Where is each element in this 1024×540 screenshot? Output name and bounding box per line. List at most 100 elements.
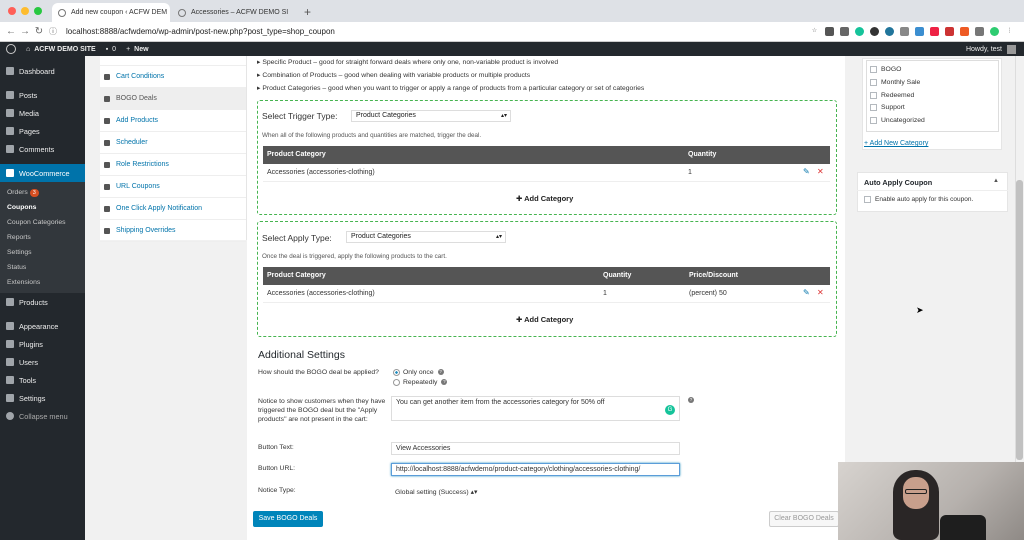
address-bar[interactable]: localhost:8888/acfwdemo/wp-admin/post-ne… — [66, 27, 810, 36]
sidebar-item-comments[interactable]: Comments — [0, 140, 85, 158]
wordpress-logo-icon[interactable] — [6, 44, 16, 54]
account-menu[interactable]: Howdy, test — [966, 44, 1016, 54]
sidebar-subitem-extensions[interactable]: Extensions — [0, 275, 85, 290]
extension-icon[interactable] — [870, 27, 879, 36]
forward-icon[interactable]: → — [18, 26, 32, 37]
collapse-arrow-icon[interactable]: ▲ — [993, 178, 999, 184]
sidebar-item-media[interactable]: Media — [0, 104, 85, 122]
clear-bogo-deals-button[interactable]: Clear BOGO Deals — [769, 511, 839, 527]
edit-pencil-icon[interactable]: ✎ — [803, 288, 810, 297]
sidebar-subitem-coupons[interactable]: Coupons — [0, 200, 85, 215]
extension-icon[interactable] — [945, 27, 954, 36]
radio-button[interactable] — [393, 378, 400, 386]
tab-url-coupons[interactable]: URL Coupons — [100, 176, 246, 198]
sidebar-item-settings[interactable]: Settings — [0, 389, 85, 407]
comments-link[interactable]: ▪ 0 — [106, 46, 116, 53]
radio-repeatedly[interactable]: Repeatedly? — [393, 378, 448, 387]
tab-scheduler[interactable]: Scheduler — [100, 132, 246, 154]
sidebar-item-posts[interactable]: Posts — [0, 86, 85, 104]
tab-one-click-apply[interactable]: One Click Apply Notification — [100, 198, 246, 220]
extension-icon[interactable] — [915, 27, 924, 36]
sidebar-subitem-coupon-categories[interactable]: Coupon Categories — [0, 215, 85, 230]
extension-icon[interactable] — [975, 27, 984, 36]
sidebar-item-tools[interactable]: Tools — [0, 371, 85, 389]
sidebar-item-users[interactable]: Users — [0, 353, 85, 371]
sidebar-subitem-status[interactable]: Status — [0, 260, 85, 275]
new-content-link[interactable]: + New — [126, 46, 149, 53]
dashboard-icon — [6, 67, 14, 75]
save-bogo-deals-button[interactable]: Save BOGO Deals — [253, 511, 323, 527]
checkbox-label: Enable auto apply for this coupon. — [875, 196, 974, 203]
extension-icon[interactable] — [930, 27, 939, 36]
radio-only-once[interactable]: Only once? — [393, 368, 444, 377]
sidebar-item-plugins[interactable]: Plugins — [0, 335, 85, 353]
sidebar-item-appearance[interactable]: Appearance — [0, 317, 85, 335]
notice-message-textarea[interactable]: You can get another item from the access… — [391, 396, 680, 421]
coupon-data-tabs: Cart Conditions BOGO Deals Add Products … — [100, 56, 247, 242]
pin-icon — [6, 91, 14, 99]
help-tip-icon[interactable]: ? — [437, 369, 444, 376]
trigger-add-category-button[interactable]: ✚ Add Category — [516, 194, 573, 203]
category-uncategorized[interactable]: Uncategorized — [870, 117, 925, 124]
extension-icon[interactable] — [840, 27, 849, 36]
zoom-window-button[interactable] — [34, 7, 42, 15]
browser-tab-add-coupon[interactable]: Add new coupon ‹ ACFW DEM ✕ — [52, 3, 170, 22]
category-monthly-sale[interactable]: Monthly Sale — [870, 79, 920, 86]
delete-x-icon[interactable]: ✕ — [817, 167, 824, 176]
browser-tab-accessories[interactable]: Accessories – ACFW DEMO SI ✕ — [172, 3, 290, 22]
help-tip-icon[interactable]: ? — [441, 379, 448, 386]
category-bogo[interactable]: BOGO — [870, 66, 901, 73]
minimize-window-button[interactable] — [21, 7, 29, 15]
star-icon[interactable]: ☆ — [810, 27, 819, 36]
delete-x-icon[interactable]: ✕ — [817, 288, 824, 297]
tab-shipping-overrides[interactable]: Shipping Overrides — [100, 220, 246, 242]
site-name-link[interactable]: ⌂ ACFW DEMO SITE — [26, 46, 96, 53]
checkbox[interactable] — [870, 79, 877, 86]
help-tip-icon[interactable]: ? — [688, 397, 694, 403]
wordpress-icon[interactable] — [885, 27, 894, 36]
tab-cart-conditions[interactable]: Cart Conditions — [100, 66, 246, 88]
back-icon[interactable]: ← — [4, 26, 18, 37]
category-label: Monthly Sale — [881, 79, 921, 86]
sidebar-item-woocommerce[interactable]: WooCommerce — [0, 164, 85, 182]
menu-kebab-icon[interactable]: ⋮ — [1005, 27, 1014, 36]
checkbox[interactable] — [864, 196, 871, 203]
edit-pencil-icon[interactable]: ✎ — [803, 167, 810, 176]
sidebar-item-dashboard[interactable]: Dashboard — [0, 62, 85, 80]
tab-add-products[interactable]: Add Products — [100, 110, 246, 132]
sidebar-subitem-reports[interactable]: Reports — [0, 230, 85, 245]
sidebar-subitem-settings[interactable]: Settings — [0, 245, 85, 260]
tab-bogo-deals[interactable]: BOGO Deals — [100, 88, 246, 110]
sidebar-item-products[interactable]: Products — [0, 293, 85, 311]
add-new-category-link[interactable]: + Add New Category — [864, 140, 928, 147]
scrollbar-thumb[interactable] — [1016, 180, 1023, 460]
radio-button-selected[interactable] — [393, 368, 400, 376]
extension-icon[interactable] — [825, 27, 834, 36]
close-window-button[interactable] — [8, 7, 16, 15]
apply-add-category-button[interactable]: ✚ Add Category — [516, 315, 573, 324]
sidebar-item-pages[interactable]: Pages — [0, 122, 85, 140]
extension-icon[interactable] — [900, 27, 909, 36]
extension-icon[interactable] — [960, 27, 969, 36]
checkbox[interactable] — [870, 117, 877, 124]
presenter-glasses — [905, 489, 927, 494]
checkbox[interactable] — [870, 66, 877, 73]
profile-icon[interactable] — [990, 27, 999, 36]
button-url-input[interactable]: http://localhost:8888/acfwdemo/product-c… — [391, 463, 680, 476]
category-redeemed[interactable]: Redeemed — [870, 92, 914, 99]
tab-role-restrictions[interactable]: Role Restrictions — [100, 154, 246, 176]
checkbox[interactable] — [870, 104, 877, 111]
category-support[interactable]: Support — [870, 104, 905, 111]
sidebar-subitem-orders[interactable]: Orders 3 — [0, 185, 85, 200]
grammarly-icon[interactable] — [855, 27, 864, 36]
new-tab-icon[interactable]: + — [304, 5, 311, 19]
apply-type-select[interactable]: Product Categories ▴▾ — [346, 231, 506, 243]
auto-apply-checkbox-row[interactable]: Enable auto apply for this coupon. — [864, 196, 973, 203]
sidebar-collapse-menu[interactable]: Collapse menu — [0, 407, 85, 425]
checkbox[interactable] — [870, 92, 877, 99]
button-text-input[interactable]: View Accessories — [391, 442, 680, 455]
notice-type-select[interactable]: Global setting (Success) ▴▾ — [395, 488, 477, 497]
grammarly-icon[interactable]: G — [665, 405, 675, 415]
reload-icon[interactable]: ↻ — [32, 26, 46, 37]
trigger-type-select[interactable]: Product Categories ▴▾ — [351, 110, 511, 122]
